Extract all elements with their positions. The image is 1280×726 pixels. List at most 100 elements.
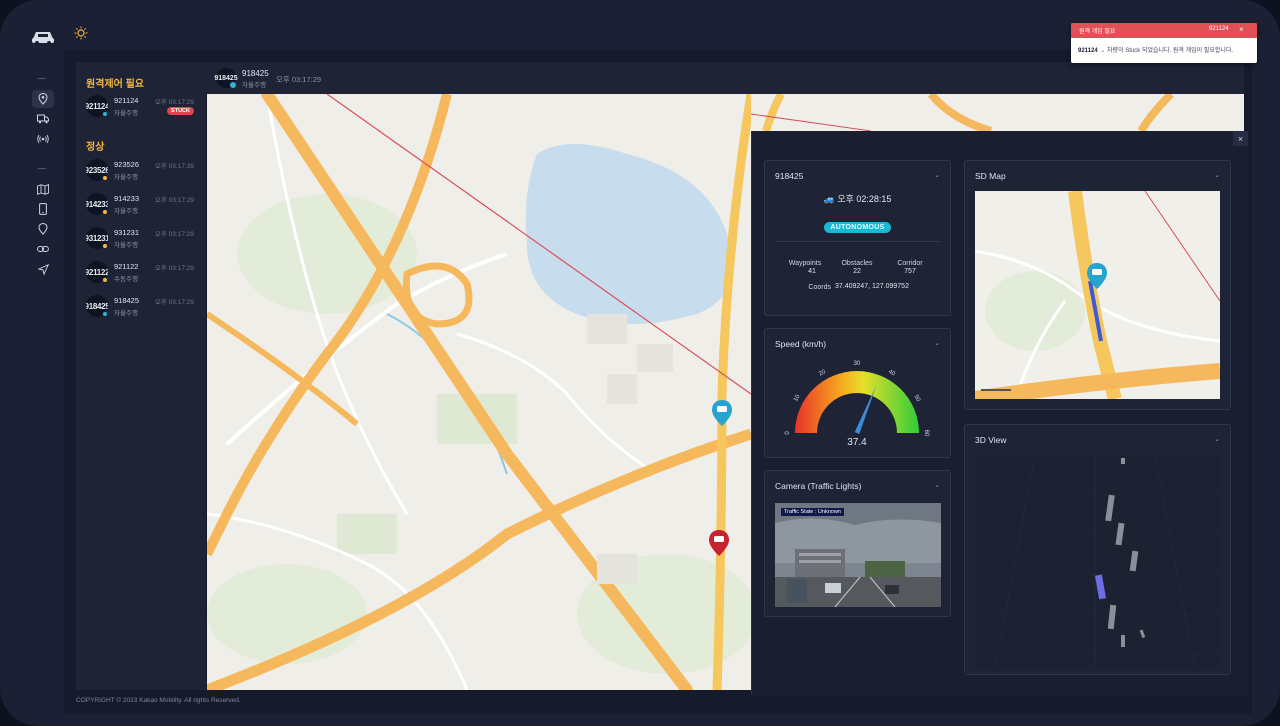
camera-scene <box>775 503 941 607</box>
view-3d[interactable] <box>975 455 1220 669</box>
chevron-down-icon[interactable]: ⌄ <box>1214 435 1220 443</box>
vehicle-item-normal-0[interactable]: 923526 923526 자율주행 오후 03:17:39 <box>86 158 204 184</box>
vehicle-time: 오후 03:17:29 <box>154 99 194 106</box>
info-time: 오후 02:28:15 <box>837 194 892 204</box>
camera-card: Camera (Traffic Lights) ⌄ Traffic State … <box>764 470 951 617</box>
stuck-badge: STUCK <box>167 107 194 115</box>
corridor-value: 757 <box>904 268 916 275</box>
vehicle-mode: 자율주행 <box>114 208 138 215</box>
nav-pin-icon[interactable] <box>32 220 54 238</box>
rail-divider <box>38 78 46 79</box>
view-3d-title: 3D View <box>975 435 1007 445</box>
waypoints-label: Waypoints <box>788 260 822 267</box>
info-time-row: 🚙 오후 02:28:15 <box>765 192 950 205</box>
gauge-tick-label: 30 <box>854 361 861 367</box>
corridor-label: Corridor <box>897 260 923 267</box>
toast-header: 원격 개입 필요 921124 × <box>1071 23 1257 38</box>
status-row: AUTONOMOUS <box>765 216 950 234</box>
vehicle-time: 오후 03:17:29 <box>154 231 194 238</box>
info-divider <box>775 241 941 242</box>
coords-value: 37.409247, 127.099752 <box>835 283 909 290</box>
vehicle-item-normal-2[interactable]: 931231 931231 자율주행 오후 03:17:29 <box>86 226 204 252</box>
view-3d-canvas <box>975 455 1220 669</box>
chevron-down-icon[interactable]: ⌄ <box>934 481 940 489</box>
view-3d-card: 3D View ⌄ <box>964 424 1231 675</box>
status-dot <box>102 243 108 249</box>
map-header: 918425 918425 자율주행 오후 03:17:29 <box>206 62 1244 94</box>
gauge-tick-label: 0 <box>785 431 791 435</box>
normal-section-title: 정상 <box>86 142 105 153</box>
remote-section-title: 원격제어 필요 <box>86 79 144 90</box>
camera-title: Camera (Traffic Lights) <box>775 481 862 491</box>
vehicle-time: 오후 03:17:39 <box>154 163 194 170</box>
vehicle-info-title: 918425 <box>775 171 804 181</box>
alert-toast[interactable]: 원격 개입 필요 921124 × 921124 → 차량이 Stuck 되었습… <box>1071 23 1257 63</box>
vehicle-mode: 자율주행 <box>114 174 138 181</box>
vehicle-id: 921124 <box>114 96 139 105</box>
status-dot <box>102 311 108 317</box>
panel-close-button[interactable]: × <box>1233 131 1248 146</box>
app-frame: 원격제어 필요 921124 921124 자율주행 오후 03:17:29 S… <box>0 0 1280 726</box>
vehicle-time: 오후 03:17:29 <box>154 299 194 306</box>
sun-icon[interactable] <box>74 26 88 40</box>
nav-location-pin-icon[interactable] <box>32 90 54 108</box>
nav-map-icon[interactable] <box>32 180 54 198</box>
vehicle-item-normal-3[interactable]: 921122 921122 수동주행 오후 03:17:29 <box>86 260 204 286</box>
nav-mobile-icon[interactable] <box>32 200 54 218</box>
sd-map-canvas <box>975 191 1220 399</box>
toast-title: 원격 개입 필요 <box>1079 29 1116 35</box>
vehicle-marker-blue[interactable] <box>712 400 732 426</box>
nav-rail <box>28 70 58 690</box>
chevron-down-icon[interactable]: ⌄ <box>934 339 940 347</box>
selected-vehicle-id: 918425 <box>242 69 269 78</box>
chevron-down-icon[interactable]: ⌄ <box>934 171 940 179</box>
vehicle-id: 918425 <box>114 296 140 305</box>
vehicle-time: 오후 03:17:29 <box>154 265 194 272</box>
toast-close-button[interactable]: × <box>1239 25 1244 34</box>
nav-truck-icon[interactable] <box>32 110 54 128</box>
obstacles-label: Obstacles <box>841 260 873 267</box>
car-icon: 🚙 <box>823 194 835 204</box>
vehicle-info-card: 918425 ⌄ 🚙 오후 02:28:15 AUTONOMOUS Waypoi… <box>764 160 951 316</box>
sd-map-card: SD Map ⌄ <box>964 160 1231 410</box>
status-dot <box>102 209 108 215</box>
toast-body: 921124 → 차량이 Stuck 되었습니다. 원격 개입이 필요합니다. <box>1078 45 1233 54</box>
speed-value: 37.4 <box>847 437 867 448</box>
toast-vehicle: 921124 <box>1078 48 1098 54</box>
nav-send-icon[interactable] <box>32 260 54 278</box>
traffic-state-label: Traffic State : Unknown <box>781 508 844 516</box>
gauge-tick-label: 60 <box>923 430 929 437</box>
selected-vehicle-time: 오후 03:17:29 <box>276 75 322 84</box>
rail-divider <box>38 168 46 169</box>
gauge-arc <box>795 371 919 433</box>
nav-broadcast-icon[interactable] <box>32 130 54 148</box>
toast-id: 921124 <box>1209 26 1229 32</box>
nav-link-icon[interactable] <box>32 240 54 258</box>
vehicle-id: 921122 <box>114 262 139 271</box>
gauge-tick-label: 50 <box>912 394 921 403</box>
chevron-down-icon[interactable]: ⌄ <box>1214 171 1220 179</box>
autonomous-badge: AUTONOMOUS <box>824 222 891 233</box>
car-logo-icon[interactable] <box>30 28 56 46</box>
vehicle-item-normal-1[interactable]: 914233 914233 자율주행 오후 03:17:29 <box>86 192 204 218</box>
vehicle-mode: 자율주행 <box>114 242 138 249</box>
vehicle-mode: 수동주행 <box>114 276 138 283</box>
vehicle-time: 오후 03:17:29 <box>154 197 194 204</box>
status-dot <box>230 82 236 88</box>
camera-feed[interactable]: Traffic State : Unknown <box>775 503 941 607</box>
vehicle-item-normal-4[interactable]: 918425 918425 자율주행 오후 03:17:29 <box>86 294 204 320</box>
main-map-edge[interactable] <box>751 94 1244 131</box>
gauge-tick-label: 10 <box>793 394 802 403</box>
vehicle-marker-red[interactable] <box>709 530 729 556</box>
map-edge-canvas <box>751 94 1174 131</box>
speed-title: Speed (km/h) <box>775 339 827 349</box>
waypoints-value: 41 <box>808 268 816 275</box>
sd-map[interactable] <box>975 191 1220 399</box>
map-canvas[interactable] <box>207 94 751 690</box>
vehicle-id: 931231 <box>114 228 140 237</box>
vehicle-list: 원격제어 필요 921124 921124 자율주행 오후 03:17:29 S… <box>76 62 206 690</box>
vehicle-mode: 자율주행 <box>114 110 138 117</box>
gauge-tick-label: 20 <box>818 369 827 378</box>
vehicle-item-remote-0[interactable]: 921124 921124 자율주행 오후 03:17:29 STUCK <box>86 94 204 120</box>
main-map[interactable] <box>207 94 751 690</box>
